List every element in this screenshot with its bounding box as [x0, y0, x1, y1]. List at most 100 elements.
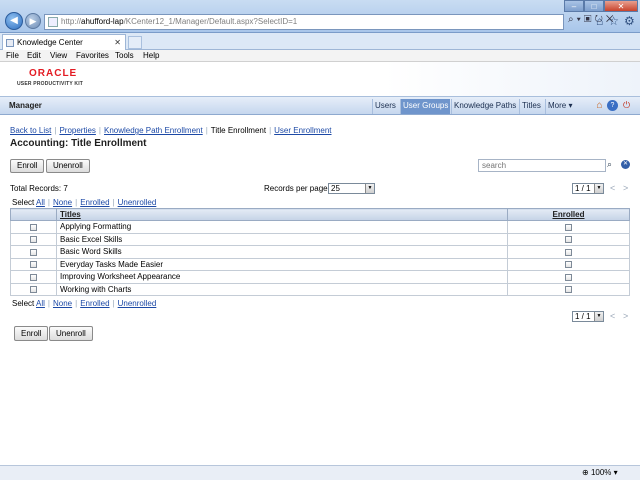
table-row: Working with Charts: [10, 282, 630, 296]
forward-arrow-icon[interactable]: ▶: [25, 13, 41, 29]
enrolled-checkbox[interactable]: [565, 273, 572, 281]
clear-search-icon[interactable]: ✕: [621, 160, 630, 169]
chevron-down-icon: ▾: [568, 101, 573, 110]
browser-right-icons: ⌂☆⚙: [596, 14, 640, 28]
next-page-icon[interactable]: >: [623, 311, 628, 321]
home-icon[interactable]: ⌂: [596, 14, 608, 28]
crumb-knowledge-path-enrollment[interactable]: Knowledge Path Enrollment: [104, 126, 203, 135]
menu-tools[interactable]: Tools: [115, 50, 134, 62]
crumb-user-enrollment[interactable]: User Enrollment: [274, 126, 331, 135]
close-window-icon[interactable]: ✕: [604, 0, 638, 12]
tab-knowledge-paths[interactable]: Knowledge Paths: [451, 99, 518, 114]
row-select-checkbox[interactable]: [30, 261, 37, 269]
manager-bar: Manager Users User Groups Knowledge Path…: [0, 96, 640, 115]
chevron-down-icon: ▼: [594, 184, 603, 193]
row-select-checkbox[interactable]: [30, 273, 37, 281]
title-cell: Applying Formatting: [56, 220, 508, 234]
enrolled-cell: [507, 270, 630, 284]
unenroll-button-top[interactable]: Unenroll: [46, 159, 90, 173]
menu-edit[interactable]: Edit: [27, 50, 41, 62]
tab-more[interactable]: More ▾: [545, 99, 574, 114]
browser-tab[interactable]: Knowledge Center ✕: [2, 34, 126, 50]
tab-close-icon[interactable]: ✕: [114, 35, 121, 50]
browser-tab-bar: Knowledge Center ✕: [0, 33, 640, 50]
enrolled-column-header[interactable]: Enrolled: [507, 208, 630, 221]
select-unenrolled-link[interactable]: Unenrolled: [118, 299, 157, 308]
maximize-icon[interactable]: □: [584, 0, 604, 12]
select-none-link[interactable]: None: [53, 198, 72, 207]
crumb-back-to-list[interactable]: Back to List: [10, 126, 51, 135]
enrolled-checkbox[interactable]: [565, 248, 572, 256]
enrolled-checkbox[interactable]: [565, 236, 572, 244]
row-select-cell: [10, 245, 57, 259]
url-host: ahufford-lap: [81, 17, 124, 26]
tab-favicon-icon: [6, 39, 14, 47]
enroll-button-top[interactable]: Enroll: [10, 159, 45, 173]
records-per-page-select[interactable]: 25 ▼: [328, 183, 375, 194]
title-cell: Basic Excel Skills: [56, 232, 508, 246]
tab-more-label: More: [548, 101, 567, 110]
enrolled-checkbox[interactable]: [565, 286, 572, 294]
enroll-button-bottom[interactable]: Enroll: [14, 326, 49, 341]
prev-page-icon[interactable]: <: [610, 183, 615, 193]
minimize-icon[interactable]: –: [564, 0, 584, 12]
row-select-checkbox[interactable]: [30, 286, 37, 294]
title-cell: Working with Charts: [56, 282, 508, 296]
zoom-control[interactable]: ⊕ 100% ▾: [582, 468, 618, 477]
enrolled-cell: [507, 232, 630, 246]
row-select-cell: [10, 270, 57, 284]
url-path: /KCenter12_1/Manager/Default.aspx?Select…: [123, 17, 298, 26]
row-select-cell: [10, 282, 57, 296]
titles-column-header[interactable]: Titles: [56, 208, 508, 221]
page-icon: [48, 17, 58, 27]
row-select-checkbox[interactable]: [30, 223, 37, 231]
select-enrolled-link[interactable]: Enrolled: [80, 198, 109, 207]
address-bar[interactable]: http://ahufford-lap/KCenter12_1/Manager/…: [44, 14, 564, 30]
total-records: Total Records: 7: [10, 184, 68, 193]
enrolled-checkbox[interactable]: [565, 261, 572, 269]
menu-help[interactable]: Help: [143, 50, 159, 62]
menu-view[interactable]: View: [50, 50, 67, 62]
unenroll-button-bottom[interactable]: Unenroll: [49, 326, 93, 341]
select-all-link[interactable]: All: [36, 198, 45, 207]
gear-icon[interactable]: ⚙: [624, 14, 640, 28]
home-icon[interactable]: ⌂: [594, 100, 605, 111]
compat-icon[interactable]: ▣: [584, 14, 595, 25]
tab-user-groups[interactable]: User Groups: [400, 99, 451, 114]
select-bar-top: Select All | None | Enrolled | Unenrolled: [12, 198, 157, 207]
browser-status-bar: ⊕ 100% ▾: [0, 465, 640, 480]
next-page-icon[interactable]: >: [623, 183, 628, 193]
browser-menu-bar: File Edit View Favorites Tools Help: [0, 50, 640, 62]
enrolled-checkbox[interactable]: [565, 223, 572, 231]
table-row: Basic Word Skills: [10, 245, 630, 259]
favorites-star-icon[interactable]: ☆: [608, 14, 624, 28]
back-arrow-icon[interactable]: ◀: [5, 12, 23, 30]
select-label: Select: [12, 299, 35, 308]
page-select-bottom[interactable]: 1 / 1 ▼: [572, 311, 604, 322]
select-unenrolled-link[interactable]: Unenrolled: [118, 198, 157, 207]
prev-page-icon[interactable]: <: [610, 311, 615, 321]
page-indicator-top: 1 / 1: [575, 184, 591, 193]
search-icon[interactable]: ⌕: [607, 159, 618, 170]
search-dropdown-icon[interactable]: ⌕▾: [568, 14, 584, 25]
help-icon[interactable]: ?: [607, 100, 618, 111]
titles-table: Titles Enrolled Applying Formatting Basi…: [10, 208, 630, 296]
search-input[interactable]: [478, 159, 606, 172]
select-none-link[interactable]: None: [53, 299, 72, 308]
table-row: Basic Excel Skills: [10, 232, 630, 246]
select-all-link[interactable]: All: [36, 299, 45, 308]
records-per-page-label: Records per page:: [264, 184, 330, 193]
row-select-checkbox[interactable]: [30, 236, 37, 244]
tab-users[interactable]: Users: [372, 99, 398, 114]
new-tab-button[interactable]: [128, 36, 142, 49]
enrolled-cell: [507, 257, 630, 271]
select-enrolled-link[interactable]: Enrolled: [80, 299, 109, 308]
row-select-checkbox[interactable]: [30, 248, 37, 256]
crumb-properties[interactable]: Properties: [59, 126, 95, 135]
tab-titles[interactable]: Titles: [519, 99, 543, 114]
menu-file[interactable]: File: [6, 50, 19, 62]
row-select-cell: [10, 232, 57, 246]
menu-favorites[interactable]: Favorites: [76, 50, 109, 62]
page-select-top[interactable]: 1 / 1 ▼: [572, 183, 604, 194]
logout-icon[interactable]: ⏻: [621, 100, 632, 111]
